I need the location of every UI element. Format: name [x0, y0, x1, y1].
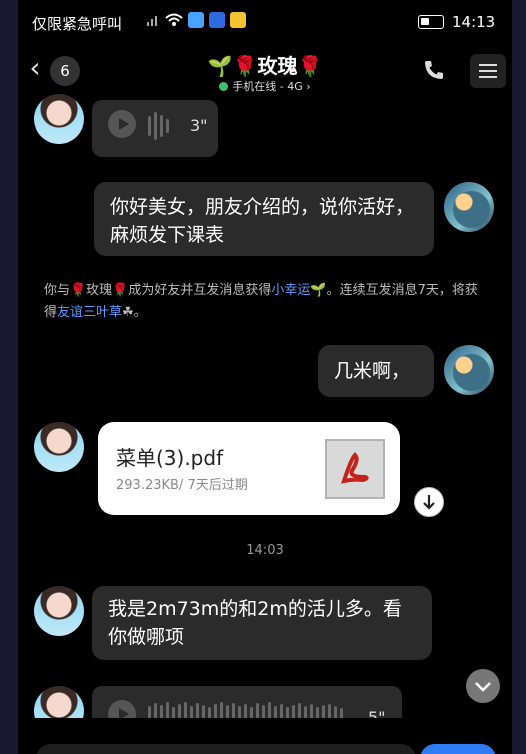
status-bar: 仅限紧急呼叫 14:13 — [18, 0, 512, 44]
my-avatar[interactable] — [444, 345, 494, 395]
contact-name[interactable]: 🌱🌹玫瑰🌹 — [138, 50, 392, 79]
message-text: 我是2m73m的和2m的活儿多。看你做哪项 — [108, 598, 402, 648]
signal-icon — [147, 16, 157, 26]
clover-link[interactable]: 友谊三叶草 — [57, 305, 122, 320]
friendship-system-message: 你与🌹玫瑰🌹成为好友并互发消息获得小幸运🌱。连续互发消息7天，将获得友谊三叶草☘… — [44, 280, 488, 324]
cloud-app-icon — [188, 12, 204, 28]
clock: 14:13 — [452, 13, 496, 31]
wifi-icon — [165, 13, 183, 26]
chevron-down-icon[interactable] — [466, 669, 500, 703]
contact-avatar[interactable] — [34, 586, 84, 636]
system-text-3: ☘。 — [122, 305, 147, 320]
contact-avatar[interactable] — [34, 94, 84, 144]
sent-message-bubble[interactable]: 几米啊， — [318, 345, 434, 397]
lucky-link[interactable]: 小幸运 — [271, 283, 310, 298]
message-text: 你好美女，朋友介绍的，说你活好，麻烦发下课表 — [110, 196, 415, 246]
file-message-card[interactable]: 菜单(3).pdf 293.23KB/ 7天后过期 — [98, 422, 400, 515]
pdf-icon — [325, 439, 385, 499]
online-status-text: 手机在线 - 4G › — [232, 80, 311, 93]
received-message-bubble[interactable]: 我是2m73m的和2m的活儿多。看你做哪项 — [92, 586, 432, 660]
waveform-icon — [148, 112, 169, 140]
chat-header: ‹ 6 🌱🌹玫瑰🌹 手机在线 - 4G › — [18, 44, 512, 100]
send-button[interactable] — [420, 744, 496, 754]
play-icon[interactable] — [108, 110, 136, 138]
phone-icon[interactable] — [422, 58, 446, 82]
status-icons — [146, 12, 246, 28]
download-icon[interactable] — [414, 487, 444, 517]
online-status[interactable]: 手机在线 - 4G › — [138, 78, 392, 94]
notes-app-icon — [230, 12, 246, 28]
message-text: 几米啊， — [334, 360, 411, 382]
my-avatar[interactable] — [444, 182, 494, 232]
battery-icon — [418, 15, 444, 29]
voice-duration: 3" — [190, 116, 208, 135]
message-input-bar[interactable] — [36, 744, 416, 754]
contact-avatar[interactable] — [34, 422, 84, 472]
unread-count-badge[interactable]: 6 — [50, 56, 80, 86]
hamburger-menu-icon[interactable] — [470, 54, 506, 88]
shield-app-icon — [209, 12, 225, 28]
carrier-label: 仅限紧急呼叫 — [32, 15, 123, 33]
sent-message-bubble[interactable]: 你好美女，朋友介绍的，说你活好，麻烦发下课表 — [94, 182, 434, 256]
file-name: 菜单(3).pdf — [116, 446, 224, 470]
message-timestamp: 14:03 — [246, 543, 284, 558]
chat-screen: 仅限紧急呼叫 14:13 ‹ 6 🌱🌹玫瑰🌹 手机在线 - 4G › 3" 你好… — [18, 0, 512, 754]
chevron-left-icon[interactable]: ‹ — [22, 54, 48, 84]
system-text-1: 你与🌹玫瑰🌹成为好友并互发消息获得 — [44, 283, 272, 298]
online-dot — [219, 82, 229, 91]
voice-message[interactable]: 3" — [92, 100, 218, 157]
file-info: 293.23KB/ 7天后过期 — [116, 478, 248, 493]
